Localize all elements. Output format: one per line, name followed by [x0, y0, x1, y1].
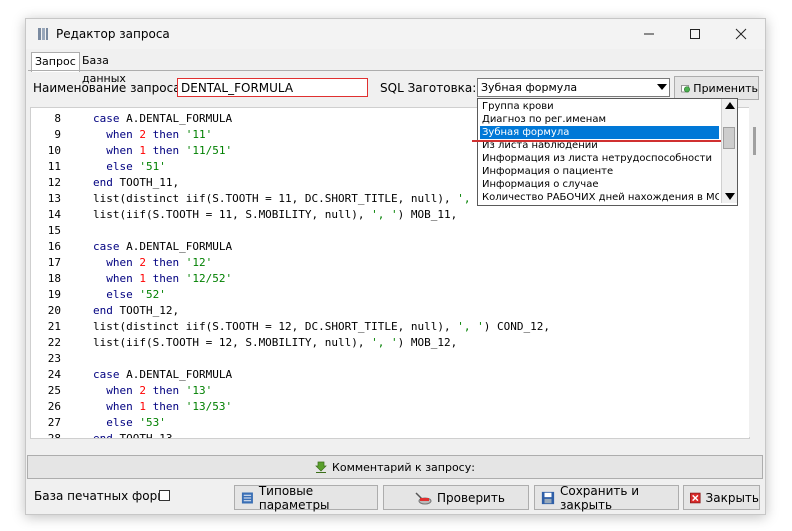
title-bar: Редактор запроса [26, 19, 765, 49]
query-name-label: Наименование запроса: [33, 81, 185, 95]
line-number: 22 [47, 336, 61, 349]
scroll-down-icon[interactable] [725, 193, 735, 200]
line-number: 8 [54, 112, 61, 125]
sql-template-value: Зубная формула [481, 81, 578, 94]
line-number: 12 [47, 176, 61, 189]
code-line: when 1 then '13/53' [106, 400, 233, 413]
line-number: 15 [47, 224, 61, 237]
close-button[interactable]: Закрыть [683, 485, 760, 510]
list-icon [241, 491, 253, 504]
comment-label: Комментарий к запросу: [332, 460, 475, 474]
code-line: case A.DENTAL_FORMULA [93, 368, 233, 381]
dropdown-item[interactable]: Информация о случае [480, 178, 719, 191]
line-number: 27 [47, 416, 61, 429]
code-line: list(iif(S.TOOTH = 12, S.MOBILITY, null)… [93, 336, 458, 349]
app-icon [38, 28, 48, 40]
sql-template-label: SQL Заготовка: [380, 81, 477, 95]
print-forms-checkbox[interactable] [159, 490, 170, 501]
dropdown-item-selected[interactable]: Зубная формула [480, 126, 719, 139]
close-x-icon [690, 492, 701, 503]
line-number: 25 [47, 384, 61, 397]
save-close-button[interactable]: Сохранить и закрыть [534, 483, 679, 512]
dropdown-item[interactable]: Количество РАБОЧИХ дней нахождения в МО [480, 191, 719, 204]
code-line: list(iif(S.TOOTH = 11, S.MOBILITY, null)… [93, 208, 458, 221]
line-number: 17 [47, 256, 61, 269]
minimize-icon[interactable] [626, 19, 672, 49]
code-line: case A.DENTAL_FORMULA [93, 240, 233, 253]
print-forms-label: База печатных форм [34, 489, 167, 503]
line-number: 20 [47, 304, 61, 317]
annotation-underline [472, 140, 721, 142]
line-number: 16 [47, 240, 61, 253]
code-line: end TOOTH_12, [93, 304, 180, 317]
dropdown-item[interactable]: Информация о пациенте [480, 165, 719, 178]
typical-params-label: Типовые параметры [258, 483, 330, 512]
line-number: 19 [47, 288, 61, 301]
dropdown-scrollbar-thumb[interactable] [723, 127, 735, 149]
comment-toggle-bar[interactable]: Комментарий к запросу: [27, 455, 763, 479]
code-line: when 1 then '12/52' [106, 272, 233, 285]
save-icon [541, 491, 555, 504]
check-button[interactable]: Проверить [383, 485, 529, 510]
line-number: 10 [47, 144, 61, 157]
sql-template-select[interactable]: Зубная формула [477, 78, 670, 97]
tab-query[interactable]: Запрос [31, 52, 80, 72]
line-number-gutter: 8 9 10 11 12 13 14 15 16 17 18 19 20 21 … [31, 108, 67, 438]
apply-button-label: Применить [693, 81, 758, 95]
apply-icon [681, 85, 690, 93]
typical-params-button[interactable]: Типовые параметры [234, 483, 378, 512]
line-number: 9 [54, 128, 61, 141]
dropdown-item[interactable]: Группа крови [480, 100, 719, 113]
code-line: else '52' [106, 288, 166, 301]
line-number: 18 [47, 272, 61, 285]
query-editor-window: Редактор запроса Запрос База данных Наим… [25, 18, 766, 515]
dropdown-item[interactable]: Диагноз по рег.именам [480, 113, 719, 126]
save-close-label: Сохранить и закрыть [559, 483, 640, 512]
line-number: 11 [47, 160, 61, 173]
code-line: else '53' [106, 416, 166, 429]
dropdown-item[interactable]: Информация из листа нетрудоспособности [480, 152, 719, 165]
scroll-up-icon[interactable] [725, 102, 735, 109]
line-number: 23 [47, 352, 61, 365]
close-icon[interactable] [718, 19, 764, 49]
apply-button[interactable]: Применить [674, 76, 759, 100]
close-button-label: Закрыть [705, 490, 759, 505]
editor-scrollbar[interactable] [749, 107, 762, 437]
tab-database[interactable]: База данных [79, 52, 129, 85]
window-title: Редактор запроса [56, 27, 170, 41]
query-name-input[interactable]: DENTAL_FORMULA [177, 78, 368, 97]
dropdown-scrollbar[interactable] [721, 99, 737, 203]
line-number: 13 [47, 192, 61, 205]
code-line: end TOOTH_13, [93, 432, 180, 439]
line-number: 14 [47, 208, 61, 221]
line-number: 28 [47, 432, 61, 439]
check-button-label: Проверить [437, 490, 505, 505]
code-line: when 2 then '12' [106, 256, 213, 269]
line-number: 24 [47, 368, 61, 381]
editor-scrollbar-thumb[interactable] [753, 127, 756, 155]
chevron-down-icon[interactable] [657, 84, 667, 90]
arrow-down-icon [315, 461, 327, 473]
line-number: 21 [47, 320, 61, 333]
code-line: when 2 then '13' [106, 384, 213, 397]
check-query-icon [415, 491, 432, 504]
code-line: list(distinct iif(S.TOOTH = 12, DC.SHORT… [93, 320, 550, 333]
maximize-icon[interactable] [672, 19, 718, 49]
line-number: 26 [47, 400, 61, 413]
sql-template-dropdown-list[interactable]: Группа крови Диагноз по рег.именам Зубна… [477, 98, 738, 206]
